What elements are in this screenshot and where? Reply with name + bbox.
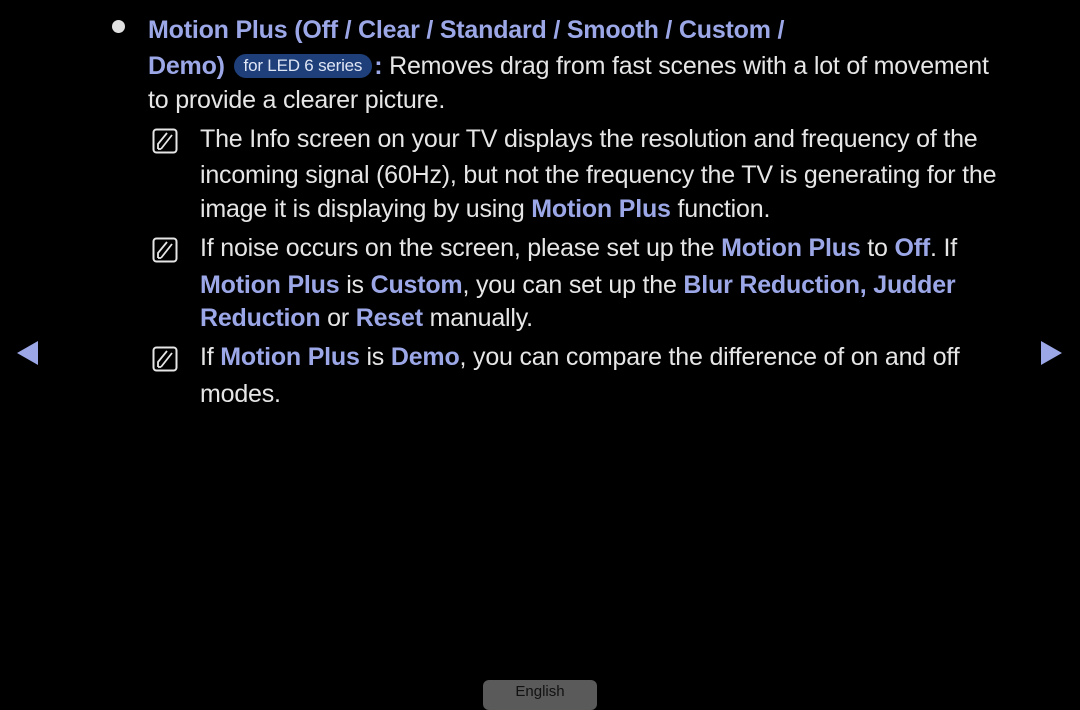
- text: manually.: [422, 304, 534, 332]
- note-icon: [152, 128, 178, 154]
- bullet-dot: [112, 20, 125, 33]
- model-badge: for LED 6 series: [233, 54, 373, 78]
- note-icon: [152, 237, 178, 263]
- highlight-reduction: Reduction: [200, 304, 321, 332]
- text: , you can set up the: [462, 271, 684, 299]
- note1-line3: image it is displaying by using Motion P…: [200, 195, 770, 224]
- highlight-motion-plus: Motion Plus: [220, 343, 360, 371]
- note2-line1: If noise occurs on the screen, please se…: [200, 234, 957, 263]
- note1-line2: incoming signal (60Hz), but not the freq…: [200, 161, 997, 189]
- language-button[interactable]: English: [483, 680, 597, 710]
- highlight-motion-plus: Motion Plus: [721, 234, 861, 262]
- highlight-demo: Demo: [390, 343, 460, 371]
- note2-line2: Motion Plus is Custom, you can set up th…: [200, 271, 956, 300]
- text: is: [339, 271, 371, 299]
- text: image it is displaying by using: [200, 195, 532, 223]
- highlight-off: Off: [894, 234, 930, 262]
- text: . If: [929, 234, 957, 262]
- highlight-motion-plus: Motion Plus: [200, 271, 340, 299]
- text: If: [200, 343, 221, 371]
- note2-line3: Reduction or Reset manually.: [200, 304, 533, 333]
- item-desc: Removes drag from fast scenes with a lot…: [382, 52, 989, 80]
- highlight-blur-judder: Blur Reduction, Judder: [683, 271, 956, 299]
- text: function.: [670, 195, 771, 223]
- note3-line2: modes.: [200, 380, 281, 408]
- highlight-custom: Custom: [370, 271, 463, 299]
- text: or: [320, 304, 356, 332]
- item-title-line2: Demo) for LED 6 series: Removes drag fro…: [148, 52, 989, 81]
- text: to: [860, 234, 895, 262]
- note1-line1: The Info screen on your TV displays the …: [200, 125, 978, 153]
- item-title-demo: Demo): [148, 52, 225, 80]
- highlight-reset: Reset: [355, 304, 423, 332]
- item-title-line1: Motion Plus (Off / Clear / Standard / Sm…: [148, 16, 785, 44]
- text: , you can compare the difference of on a…: [459, 343, 960, 371]
- note3-line1: If Motion Plus is Demo, you can compare …: [200, 343, 960, 372]
- text: If noise occurs on the screen, please se…: [200, 234, 722, 262]
- text: is: [359, 343, 391, 371]
- highlight-motion-plus: Motion Plus: [531, 195, 671, 223]
- next-page-arrow-icon[interactable]: [1041, 340, 1063, 366]
- note-icon: [152, 346, 178, 372]
- item-desc-line2: to provide a clearer picture.: [148, 86, 446, 114]
- prev-page-arrow-icon[interactable]: [16, 340, 38, 366]
